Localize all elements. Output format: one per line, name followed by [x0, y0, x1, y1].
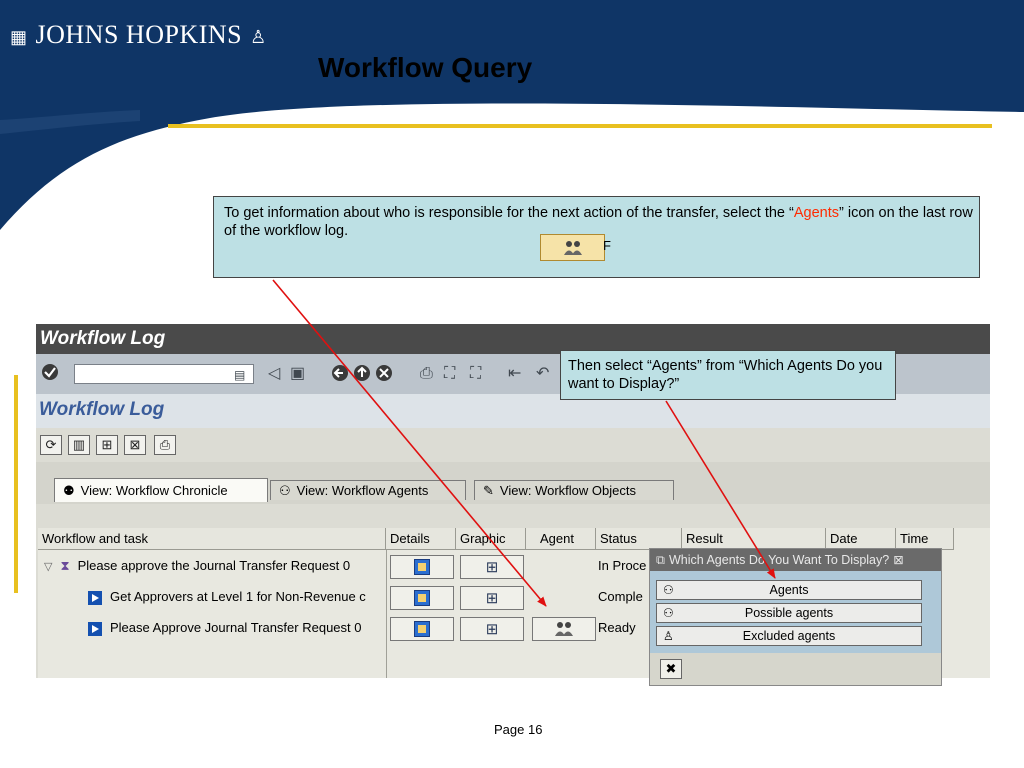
graphic-icon: ⊞	[485, 559, 499, 576]
command-field[interactable]	[74, 364, 254, 384]
possible-agents-icon: ⚇	[663, 606, 674, 620]
graphic-icon: ⊞	[485, 621, 499, 638]
enter-icon[interactable]	[40, 362, 60, 388]
excluded-agents-option-button[interactable]: ♙ Excluded agents	[656, 626, 922, 646]
refresh-icon[interactable]: ⟳	[40, 435, 62, 455]
graphic-icon: ⊞	[485, 590, 499, 607]
graphic-button[interactable]: ⊞	[460, 617, 524, 641]
back-icon[interactable]: ◁	[268, 364, 280, 384]
column-header-agent[interactable]: Agent	[526, 528, 596, 550]
details-icon	[414, 621, 430, 637]
dome-icon: ♙	[250, 27, 267, 47]
close-window-icon[interactable]: ⊠	[893, 553, 903, 567]
task-text: Please Approve Journal Transfer Request …	[110, 620, 362, 635]
task-cell: Get Approvers at Level 1 for Non-Revenue…	[88, 582, 384, 612]
agents-option-button[interactable]: ⚇ Agents	[656, 580, 922, 600]
callout1-text-part1: To get information about who is responsi…	[224, 205, 794, 221]
layout-icon[interactable]: ▥	[68, 435, 90, 455]
workflow-icon: ⧗	[60, 558, 70, 573]
agents-icon-sample	[540, 234, 605, 261]
column-header-workflow-and-task[interactable]: Workflow and task	[38, 528, 386, 550]
task-cell: Please Approve Journal Transfer Request …	[88, 613, 384, 643]
cancel-icon[interactable]	[374, 363, 394, 389]
option-label: Agents	[769, 583, 809, 597]
agents-button[interactable]	[532, 617, 596, 641]
page-number: Page 16	[494, 722, 543, 737]
legend-icon[interactable]: ⊠	[124, 435, 146, 455]
details-button[interactable]	[390, 555, 454, 579]
task-icon	[88, 621, 102, 636]
tab-workflow-objects[interactable]: ✎ View: Workflow Objects	[474, 480, 674, 500]
cancel-button[interactable]: ✖	[660, 659, 682, 679]
tab-label: View: Workflow Chronicle	[80, 483, 228, 498]
option-label: Possible agents	[744, 606, 834, 620]
gold-divider	[168, 124, 992, 128]
dialog-icon: ⧉	[656, 553, 665, 567]
slide-title: Workflow Query	[318, 52, 533, 83]
tab-workflow-chronicle[interactable]: ⚉ View: Workflow Chronicle	[54, 478, 268, 502]
tab-label: View: Workflow Agents	[296, 483, 429, 498]
back-arrow-icon[interactable]	[330, 363, 350, 389]
graphic-button[interactable]: ⊞	[460, 586, 524, 610]
possible-agents-option-button[interactable]: ⚇ Possible agents	[656, 603, 922, 623]
graphic-button[interactable]: ⊞	[460, 555, 524, 579]
column-header-details[interactable]: Details	[386, 528, 456, 550]
option-label: Excluded agents	[742, 629, 836, 643]
agent-icon: ⚇	[663, 583, 674, 597]
tab-label: View: Workflow Objects	[499, 483, 636, 498]
gold-side-bar	[14, 375, 18, 593]
details-button[interactable]	[390, 586, 454, 610]
history-dropdown-icon[interactable]: ▤	[234, 365, 245, 385]
save-icon[interactable]: ▣	[290, 364, 305, 384]
application-toolbar: ⟳ ▥ ⊞ ⊠ ⎙	[36, 428, 990, 462]
window-title: Workflow Log	[40, 328, 166, 349]
print-icon[interactable]: ⎙	[420, 364, 433, 384]
details-icon	[414, 559, 430, 575]
hierarchy-icon[interactable]: ⊞	[96, 435, 118, 455]
task-cell: ▽ ⧗ Please approve the Journal Transfer Re…	[44, 551, 384, 581]
shield-icon: ▦	[10, 27, 28, 47]
expand-triangle-icon[interactable]: ▽	[44, 561, 52, 573]
agents-icon	[563, 240, 582, 255]
find-next-icon[interactable]: ⛶	[470, 364, 481, 384]
print-list-icon[interactable]: ⎙	[154, 435, 176, 455]
details-button[interactable]	[390, 617, 454, 641]
which-agents-dialog: ⧉ Which Agents Do You Want To Display? ⊠ ⚇…	[649, 548, 942, 686]
excluded-agent-icon: ♙	[663, 629, 674, 643]
exit-icon[interactable]	[352, 363, 372, 389]
column-header-time[interactable]: Time	[896, 528, 954, 550]
agents-icon	[555, 622, 573, 636]
callout1-highlight: Agents	[793, 205, 840, 221]
column-header-date[interactable]: Date	[826, 528, 896, 550]
objects-icon: ✎	[483, 483, 494, 498]
column-header-graphic[interactable]: Graphic	[456, 528, 526, 550]
column-header-status[interactable]: Status	[596, 528, 682, 550]
task-text: Please approve the Journal Transfer Requ…	[77, 558, 351, 573]
cancel-icon: ✖	[665, 661, 677, 676]
agents-icon: ⚇	[279, 483, 291, 498]
first-page-icon[interactable]: ⇤	[508, 364, 521, 384]
tab-workflow-agents[interactable]: ⚇ View: Workflow Agents	[270, 480, 466, 500]
instruction-callout-2: Then select “Agents” from “Which Agents …	[560, 350, 896, 400]
dialog-title-bar: ⧉ Which Agents Do You Want To Display? ⊠	[650, 549, 941, 571]
callout1-icon-tail: F	[603, 238, 611, 253]
johns-hopkins-logo: ▦ JOHNS HOPKINS ♙	[10, 20, 275, 50]
column-header-result[interactable]: Result	[682, 528, 826, 550]
tab-strip: ⚉ View: Workflow Chronicle ⚇ View: Workflo…	[36, 462, 990, 504]
task-text: Get Approvers at Level 1 for Non-Revenue…	[110, 589, 366, 604]
previous-page-icon[interactable]: ↶	[536, 364, 549, 384]
task-icon	[88, 590, 102, 605]
screen-title: Workflow Log	[39, 399, 165, 420]
dialog-title: Which Agents Do You Want To Display?	[668, 553, 890, 567]
details-icon	[414, 590, 430, 606]
find-icon[interactable]: ⛶	[444, 364, 455, 384]
dialog-body: ⚇ Agents ⚇ Possible agents ♙ Excluded agent…	[650, 571, 941, 653]
logo-text: JOHNS HOPKINS	[35, 20, 243, 49]
chronicle-icon: ⚉	[63, 483, 75, 498]
